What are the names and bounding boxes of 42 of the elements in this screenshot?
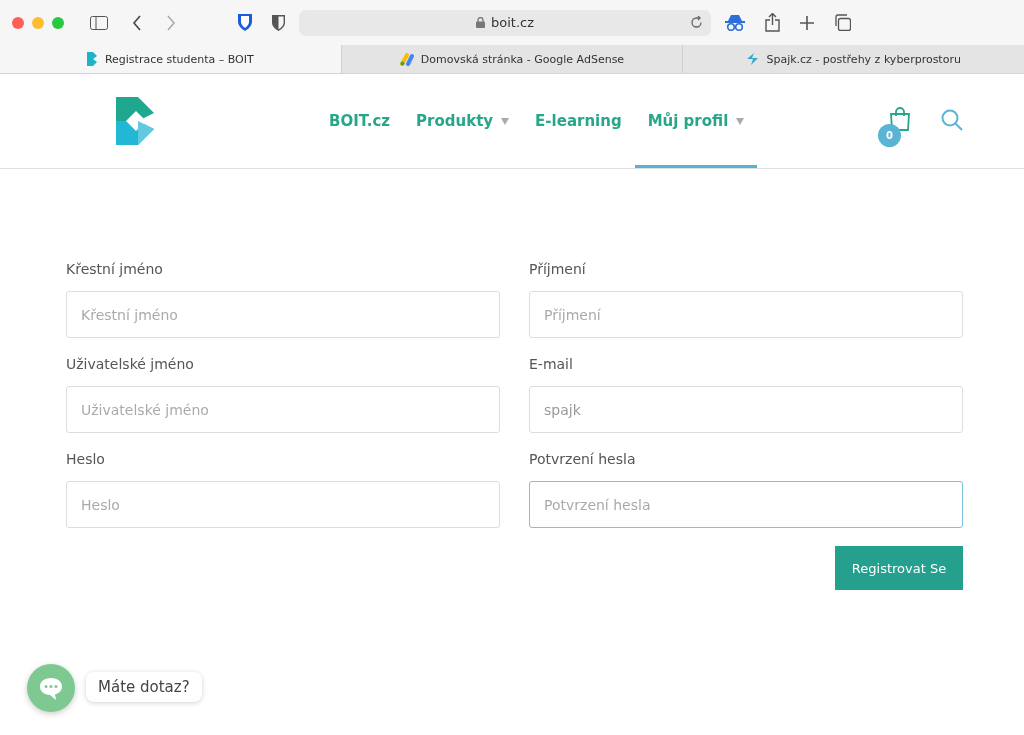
input-field[interactable]: Křestní jméno <box>66 291 500 338</box>
field-label: Příjmení <box>529 261 587 277</box>
nav-link[interactable]: Můj profil <box>634 77 758 168</box>
field-label: Potvrzení hesla <box>529 451 637 467</box>
browser-tab[interactable]: Spajk.cz - postřehy z kyberprostoru <box>682 45 1024 73</box>
adsense-icon <box>399 52 415 66</box>
close-icon[interactable] <box>12 16 24 29</box>
nav-link[interactable]: E-learning <box>522 77 635 168</box>
register-button[interactable]: Registrovat Se <box>835 546 963 590</box>
nav-link[interactable]: BOIT.cz <box>316 77 404 168</box>
reload-icon[interactable] <box>690 15 703 29</box>
boit-logo[interactable] <box>116 97 154 145</box>
lock-icon <box>476 17 485 28</box>
input-field[interactable]: Uživatelské jméno <box>66 386 500 433</box>
chat-prompt[interactable]: Máte dotaz? <box>86 672 202 702</box>
forward-icon[interactable] <box>166 14 176 31</box>
input-field[interactable]: Příjmení <box>529 291 963 338</box>
shopping-bag-icon[interactable] <box>890 107 910 131</box>
browser-tab[interactable]: Domovská stránka - Google AdSense <box>340 45 683 73</box>
logo-icon <box>86 52 99 66</box>
browser-tab[interactable]: Registrace studenta – BOIT <box>0 45 341 73</box>
shield-icon[interactable] <box>272 14 285 31</box>
field-label: Heslo <box>66 451 106 467</box>
field-label: Uživatelské jméno <box>66 356 195 372</box>
field-label: E-mail <box>529 356 574 372</box>
field-label: Křestní jméno <box>66 261 164 277</box>
chat-bubble-icon <box>39 676 63 700</box>
sidebar-icon[interactable] <box>90 15 108 30</box>
bolt-icon <box>746 52 761 66</box>
cart-count: 0 <box>878 124 901 147</box>
tabs-icon[interactable] <box>834 14 851 31</box>
share-icon[interactable] <box>765 13 780 32</box>
search-icon[interactable] <box>941 109 963 131</box>
back-icon[interactable] <box>132 14 142 31</box>
address-text[interactable]: boit.cz <box>491 15 534 30</box>
input-field[interactable]: Potvrzení hesla <box>529 481 963 528</box>
nav-link[interactable]: Produkty <box>403 77 523 168</box>
spy-icon[interactable] <box>725 13 745 32</box>
plus-icon[interactable] <box>800 15 814 30</box>
shield-icon[interactable] <box>238 14 252 31</box>
input-field[interactable]: Heslo <box>66 481 500 528</box>
input-field[interactable]: spajk <box>529 386 963 433</box>
